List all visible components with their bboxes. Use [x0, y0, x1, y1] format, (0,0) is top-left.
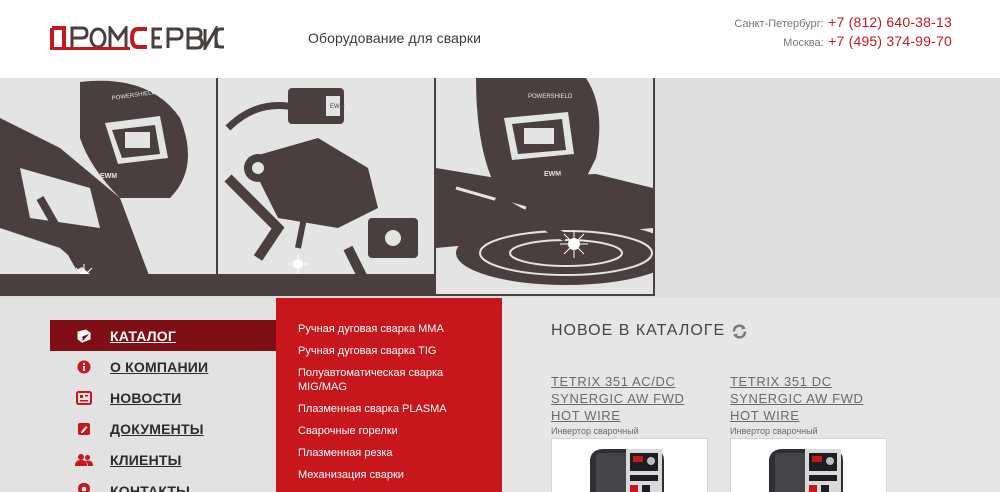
svg-text:EWM: EWM: [330, 104, 345, 110]
new-catalog-heading: НОВОЕ В КАТАЛОГЕ: [551, 322, 748, 340]
contacts-block: Санкт-Петербург: +7 (812) 640-38-13 Моск…: [734, 14, 952, 52]
banner-panel-welder-1: POWERSHIELD EWM: [0, 78, 218, 296]
site-tagline: Оборудование для сварки: [308, 30, 482, 46]
newspaper-icon: [74, 390, 94, 406]
new-in-catalog: НОВОЕ В КАТАЛОГЕ TETRIX 351 AC/DC SYNERG…: [502, 298, 1000, 492]
product-name[interactable]: TETRIX 351 AC/DC SYNERGIC AW FWD HOT WIR…: [551, 373, 711, 424]
welder-illustration-2: POWERSHIELD EWM: [436, 78, 653, 294]
hero-banner: POWERSHIELD EWM EWM POWERSHIELD EWM: [0, 78, 1000, 298]
contact-city: Москва:: [783, 37, 824, 49]
product-image[interactable]: [551, 438, 708, 492]
site-header: Оборудование для сварки Санкт-Петербург:…: [0, 0, 1000, 78]
banner-empty-area: [655, 78, 1000, 298]
users-icon: [74, 452, 94, 468]
nav-item-label: ДОКУМЕНТЫ: [110, 420, 204, 437]
nav-item-label: О КОМПАНИИ: [110, 358, 209, 375]
nav-item-contacts[interactable]: КОНТАКТЫ: [50, 475, 280, 492]
svg-text:EWM: EWM: [100, 173, 117, 180]
nav-item-news[interactable]: НОВОСТИ: [50, 382, 280, 413]
submenu-item-mechanization[interactable]: Механизация сварки: [276, 468, 502, 482]
document-icon: [74, 421, 94, 437]
nav-item-label: КАТАЛОГ: [110, 327, 176, 344]
nav-item-label: КЛИЕНТЫ: [110, 451, 182, 468]
book-icon: [74, 328, 94, 344]
torch-illustration: EWM: [218, 78, 434, 294]
product-type: Инвертор сварочный: [730, 426, 818, 436]
submenu-item-tig[interactable]: Ручная дуговая сварка TIG: [276, 344, 502, 358]
contact-city: Санкт-Петербург:: [734, 18, 824, 30]
nav-item-clients[interactable]: КЛИЕНТЫ: [50, 444, 280, 475]
nav-item-label: НОВОСТИ: [110, 389, 182, 406]
contact-msk: Москва: +7 (495) 374-99-70: [734, 33, 952, 52]
location-pin-icon: [74, 483, 94, 492]
submenu-item-plasma[interactable]: Плазменная сварка PLASMA: [276, 402, 502, 416]
product-type: Инвертор сварочный: [551, 426, 639, 436]
nav-item-catalog[interactable]: КАТАЛОГ: [50, 320, 292, 351]
contact-spb: Санкт-Петербург: +7 (812) 640-38-13: [734, 14, 952, 33]
nav-item-label: КОНТАКТЫ: [110, 482, 191, 492]
banner-panel-torch: EWM: [218, 78, 436, 296]
submenu-item-torches[interactable]: Сварочные горелки: [276, 424, 502, 438]
catalog-submenu: Ручная дуговая сварка MMA Ручная дуговая…: [276, 298, 502, 492]
inverter-machine-image: [552, 439, 707, 492]
info-icon: [74, 359, 94, 375]
new-catalog-title: НОВОЕ В КАТАЛОГЕ: [551, 322, 726, 339]
submenu-item-mig-mag[interactable]: Полуавтоматическая сварка MIG/MAG: [276, 366, 502, 394]
inverter-machine-image: [731, 439, 886, 492]
product-name[interactable]: TETRIX 351 DC SYNERGIC AW FWD HOT WIRE: [730, 373, 890, 424]
product-image[interactable]: [730, 438, 887, 492]
banner-panel-welder-2: POWERSHIELD EWM: [436, 78, 655, 296]
svg-text:POWERSHIELD: POWERSHIELD: [528, 94, 573, 100]
contact-phone[interactable]: +7 (812) 640-38-13: [828, 14, 952, 30]
submenu-item-plasma-cutting[interactable]: Плазменная резка: [276, 446, 502, 460]
main-nav: КАТАЛОГ О КОМПАНИИ НОВОСТИ ДОКУМЕНТЫ КЛИ…: [50, 320, 292, 492]
nav-item-documents[interactable]: ДОКУМЕНТЫ: [50, 413, 280, 444]
content-area: КАТАЛОГ О КОМПАНИИ НОВОСТИ ДОКУМЕНТЫ КЛИ…: [0, 298, 1000, 492]
site-logo[interactable]: [50, 26, 226, 50]
product-card[interactable]: TETRIX 351 DC SYNERGIC AW FWD HOT WIRE И…: [730, 373, 890, 492]
nav-item-about[interactable]: О КОМПАНИИ: [50, 351, 280, 382]
welder-illustration-1: POWERSHIELD EWM: [0, 78, 216, 294]
contact-phone[interactable]: +7 (495) 374-99-70: [828, 33, 952, 49]
logo-mark: [50, 26, 224, 50]
refresh-icon[interactable]: [731, 323, 748, 340]
submenu-item-mma[interactable]: Ручная дуговая сварка MMA: [276, 322, 502, 336]
product-card[interactable]: TETRIX 351 AC/DC SYNERGIC AW FWD HOT WIR…: [551, 373, 711, 492]
